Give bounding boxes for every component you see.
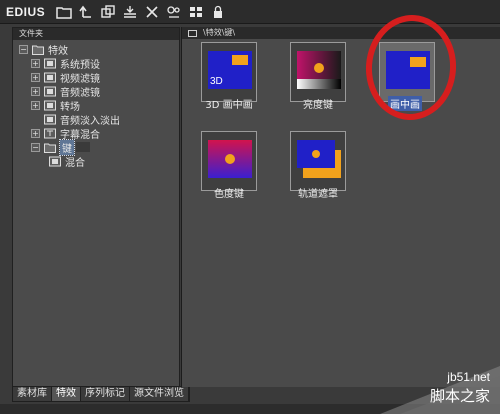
collapse-icon[interactable]: − bbox=[31, 142, 40, 152]
folder-icon[interactable] bbox=[55, 3, 73, 21]
thumb-3d-text: 3D bbox=[210, 76, 223, 87]
luma-key-icon bbox=[297, 51, 341, 89]
tree-item-label: 音频淡入淡出 bbox=[60, 115, 120, 127]
picture-in-picture-3d-icon: 3D bbox=[208, 51, 252, 89]
folder-tree: − 特效 + 系统预设 + 视频滤镜 + 音频滤镜 + 转场 音频淡入淡出 + … bbox=[13, 40, 179, 169]
effect-label: 色度键 bbox=[214, 189, 244, 200]
selection-extension bbox=[76, 142, 90, 152]
effect-thumb-3d-picture-in-picture[interactable]: 3D bbox=[201, 42, 257, 102]
tree-item-label: 特效 bbox=[48, 45, 68, 57]
expand-icon[interactable]: + bbox=[31, 72, 40, 82]
align-icon[interactable] bbox=[121, 3, 139, 21]
up-arrow-icon[interactable] bbox=[77, 3, 95, 21]
title-icon bbox=[44, 128, 56, 138]
track-matte-icon bbox=[297, 140, 341, 178]
tab-sequence-markers[interactable]: 序列标记 bbox=[81, 387, 130, 401]
lock-icon[interactable] bbox=[209, 3, 227, 21]
tree-item-audio-filters[interactable]: + 音频滤镜 bbox=[19, 84, 179, 99]
tree-item-label: 混合 bbox=[65, 157, 85, 169]
folder-icon bbox=[44, 72, 56, 82]
copy-layers-icon[interactable] bbox=[99, 3, 117, 21]
tree-item-effects[interactable]: − 特效 bbox=[19, 42, 179, 57]
folder-open-icon bbox=[44, 143, 56, 153]
expand-icon[interactable]: + bbox=[31, 58, 40, 68]
effect-icon[interactable] bbox=[165, 3, 183, 21]
effect-thumb-chroma-key[interactable] bbox=[201, 131, 257, 191]
folder-icon bbox=[49, 156, 61, 166]
tree-item-label: 音频滤镜 bbox=[60, 87, 100, 99]
expand-icon[interactable]: + bbox=[31, 128, 40, 138]
watermark-name: 脚本之家 bbox=[429, 387, 490, 405]
breadcrumb: \特效\键\ bbox=[203, 28, 236, 37]
tree-item-keyers[interactable]: − 键 bbox=[19, 138, 179, 156]
watermark: jb51.net 脚本之家 bbox=[380, 354, 500, 414]
folder-small-icon bbox=[188, 29, 197, 37]
tab-bin[interactable]: 素材库 bbox=[13, 387, 52, 401]
effect-thumb-luma-key[interactable] bbox=[290, 42, 346, 102]
folder-icon bbox=[44, 100, 56, 110]
watermark-site: jb51.net bbox=[447, 370, 490, 384]
folder-icon bbox=[44, 86, 56, 96]
tree-item-label: 视频滤镜 bbox=[60, 73, 100, 85]
tree-item-label: 转场 bbox=[60, 101, 80, 113]
tree-item-system-presets[interactable]: + 系统预设 bbox=[19, 56, 179, 71]
folder-open-icon bbox=[32, 45, 44, 55]
collapse-icon[interactable]: − bbox=[19, 44, 28, 54]
view-icon[interactable] bbox=[187, 3, 205, 21]
folder-panel-header: 文件夹 bbox=[13, 28, 179, 40]
effect-label: 3D 画中画 bbox=[205, 100, 253, 111]
folder-icon bbox=[44, 114, 56, 124]
tree-item-title-mixers[interactable]: + 字幕混合 bbox=[19, 126, 179, 141]
tree-item-label: 系统预设 bbox=[60, 59, 100, 71]
tree-item-video-filters[interactable]: + 视频滤镜 bbox=[19, 70, 179, 85]
tree-item-audio-fades[interactable]: 音频淡入淡出 bbox=[19, 112, 179, 127]
folder-icon bbox=[44, 58, 56, 68]
tab-source-browser[interactable]: 源文件浏览 bbox=[130, 387, 189, 401]
effect-label: 轨道遮罩 bbox=[298, 189, 338, 200]
tree-item-transitions[interactable]: + 转场 bbox=[19, 98, 179, 113]
effect-label: 亮度键 bbox=[303, 100, 333, 111]
chroma-key-icon bbox=[208, 140, 252, 178]
tab-effects[interactable]: 特效 bbox=[52, 387, 81, 401]
app-name: EDIUS bbox=[6, 4, 46, 19]
folder-panel: 文件夹 − 特效 + 系统预设 + 视频滤镜 + 音频滤镜 + 转场 音频淡入淡… bbox=[12, 27, 180, 387]
panel-tabs: 素材库 特效 序列标记 源文件浏览 bbox=[12, 386, 190, 402]
expand-icon[interactable]: + bbox=[31, 86, 40, 96]
expand-icon[interactable]: + bbox=[31, 100, 40, 110]
tree-item-blend[interactable]: 混合 bbox=[19, 154, 179, 169]
effects-breadcrumb-bar: \特效\键\ bbox=[182, 27, 500, 39]
tree-item-label: 字幕混合 bbox=[60, 129, 100, 141]
delete-icon[interactable] bbox=[143, 3, 161, 21]
effect-thumb-track-matte[interactable] bbox=[290, 131, 346, 191]
tree-item-label: 键 bbox=[59, 138, 75, 156]
